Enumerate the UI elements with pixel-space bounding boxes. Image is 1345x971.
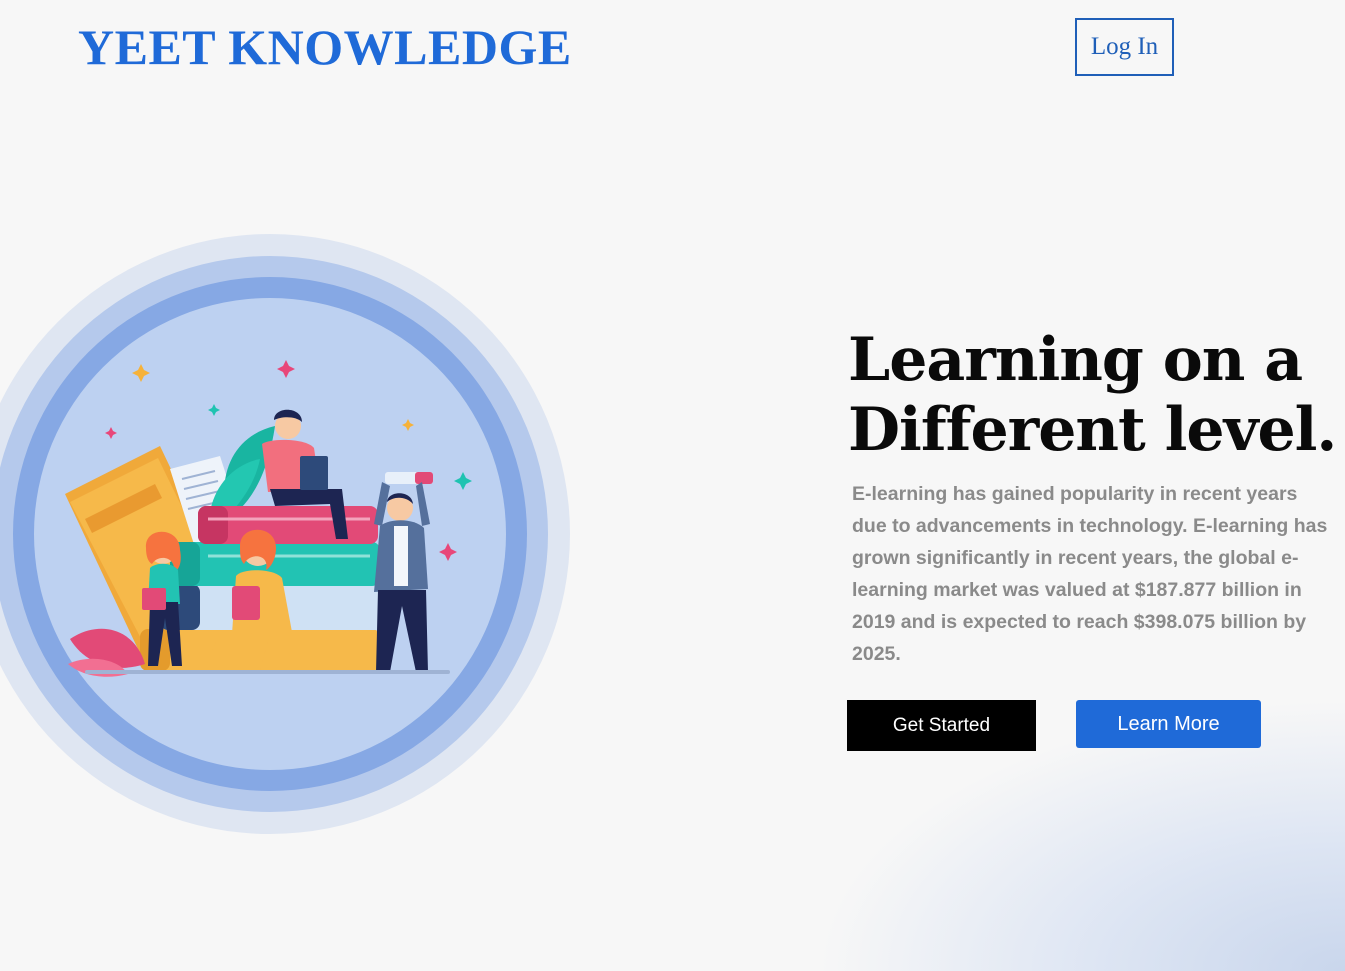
learn-more-button[interactable]: Learn More [1076, 700, 1261, 748]
brand-logo[interactable]: YEET KNOWLEDGE [78, 18, 572, 76]
get-started-button[interactable]: Get Started [847, 700, 1036, 751]
hero-headline: Learning on a Different level. [848, 325, 1337, 465]
hero-illustration [0, 234, 570, 834]
login-button[interactable]: Log In [1075, 18, 1174, 76]
hero-description: E-learning has gained popularity in rece… [852, 483, 1328, 665]
